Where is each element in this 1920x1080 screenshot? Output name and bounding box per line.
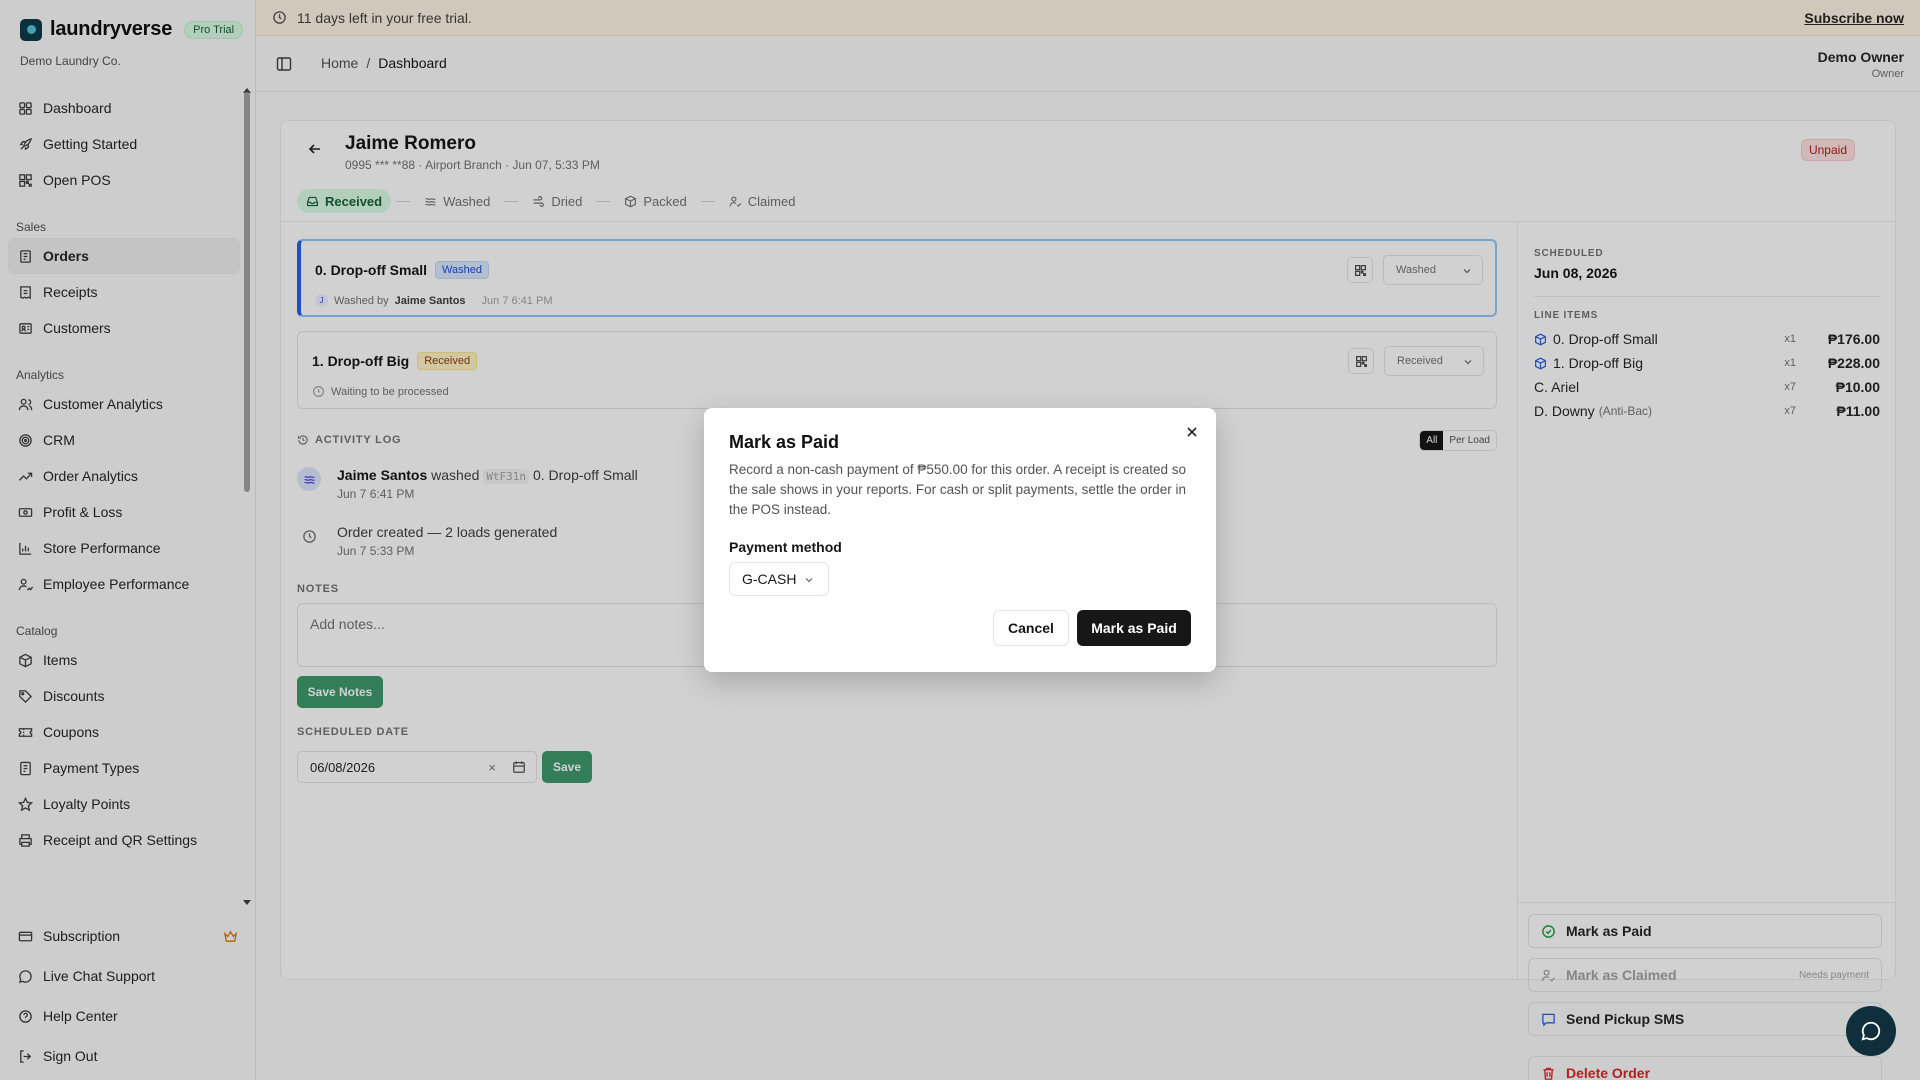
chevron-down-icon: [805, 578, 813, 583]
mark-as-paid-dialog: Mark as Paid Record a non-cash payment o…: [704, 408, 1216, 672]
dialog-title: Mark as Paid: [729, 432, 840, 452]
close-icon[interactable]: [1184, 424, 1200, 440]
chat-bubble-icon: [1861, 1021, 1881, 1041]
payment-method-select[interactable]: G-CASH: [729, 562, 829, 596]
dialog-description: Record a non-cash payment of ₱550.00 for…: [729, 462, 1187, 517]
payment-method-label: Payment method: [729, 539, 842, 555]
confirm-mark-paid-button[interactable]: Mark as Paid: [1077, 610, 1191, 646]
live-chat-button[interactable]: [1846, 1006, 1896, 1056]
cancel-button[interactable]: Cancel: [993, 610, 1069, 646]
select-value: G-CASH: [742, 571, 797, 587]
